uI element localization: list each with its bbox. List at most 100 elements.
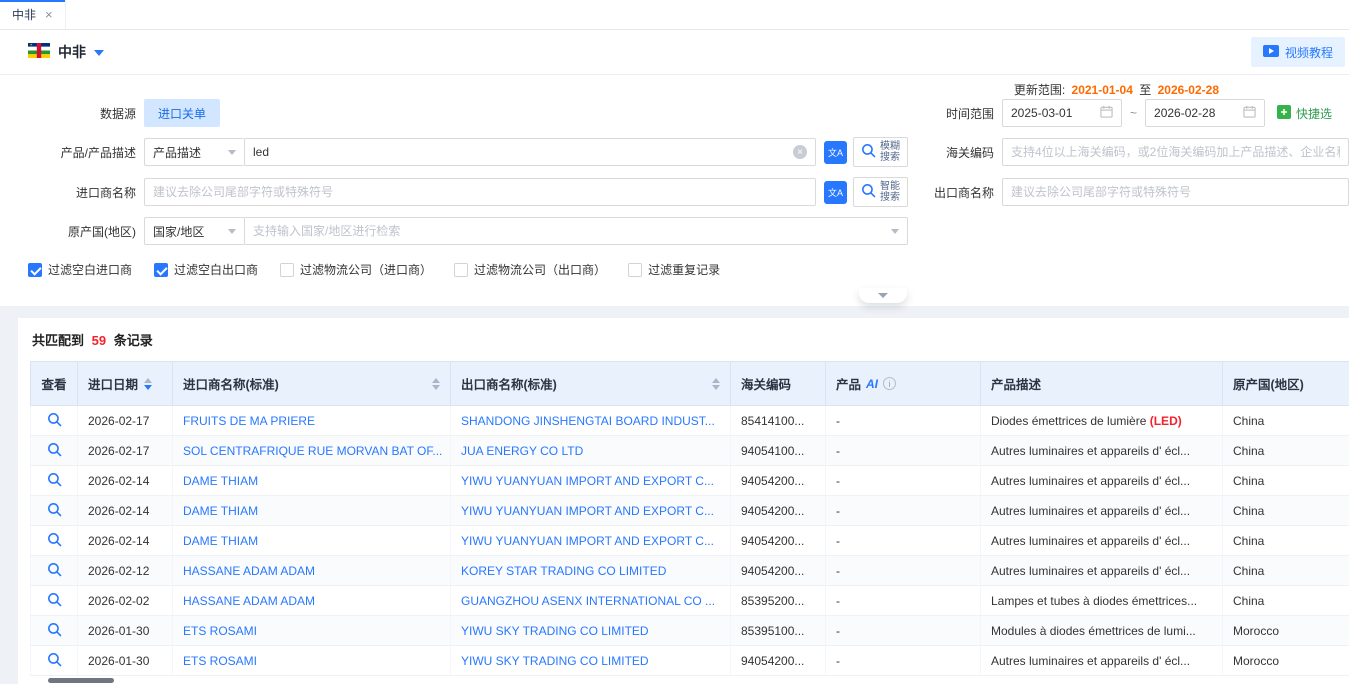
cell-exporter-link[interactable]: SHANDONG JINSHENGTAI BOARD INDUST... — [451, 406, 731, 436]
product-type-select[interactable]: 产品描述 — [144, 138, 244, 166]
app: 中非 × 中非 视频教程 — [0, 0, 1349, 684]
cell-origin: China — [1223, 406, 1349, 436]
date-from-value: 2025-03-01 — [1011, 106, 1072, 120]
checkbox-icon[interactable] — [628, 263, 642, 277]
collapse-panel-button[interactable] — [859, 288, 907, 303]
ai-badge: AI — [866, 377, 878, 391]
tab-zhongfei[interactable]: 中非 × — [0, 0, 66, 29]
hs-code-label: 海关编码 — [908, 144, 994, 161]
sort-icon[interactable] — [432, 378, 440, 390]
hs-code-input[interactable] — [1011, 145, 1340, 159]
checkbox-filter-blank-importer[interactable]: 过滤空白进口商 — [28, 261, 132, 278]
translate-icon[interactable]: 文A — [824, 181, 847, 204]
cell-exporter-link[interactable]: YIWU SKY TRADING CO LIMITED — [451, 616, 731, 646]
fuzzy-search-button[interactable]: 模糊 搜索 — [853, 137, 908, 167]
cell-importer-link[interactable]: DAME THIAM — [173, 466, 451, 496]
cell-hs-code: 94054200... — [731, 466, 826, 496]
table-row: 2026-02-14 DAME THIAM YIWU YUANYUAN IMPO… — [31, 466, 1349, 496]
cell-product-ai: - — [826, 526, 981, 556]
smart-search-button[interactable]: 智能 搜索 — [853, 177, 908, 207]
cell-exporter-link[interactable]: GUANGZHOU ASENX INTERNATIONAL CO ... — [451, 586, 731, 616]
cell-importer-link[interactable]: HASSANE ADAM ADAM — [173, 586, 451, 616]
col-exporter-label: 出口商名称(标准) — [461, 374, 557, 393]
view-record-button[interactable] — [31, 472, 77, 487]
view-record-button[interactable] — [31, 532, 77, 547]
exporter-input[interactable] — [1011, 185, 1340, 199]
clear-input-icon[interactable]: × — [793, 145, 807, 159]
cell-import-date: 2026-02-12 — [78, 556, 173, 586]
date-to-input[interactable]: 2026-02-28 — [1145, 99, 1265, 127]
country-selector[interactable]: 中非 — [28, 42, 104, 62]
view-record-button[interactable] — [31, 412, 77, 427]
cell-importer-link[interactable]: ETS ROSAMI — [173, 616, 451, 646]
quick-select-button[interactable]: 快捷选 — [1277, 105, 1332, 122]
datasource-chip-import-declarations[interactable]: 进口关单 — [144, 99, 220, 127]
sort-icon[interactable] — [144, 378, 152, 390]
results-panel: 共匹配到 59 条记录 查看 进口日期 — [18, 318, 1349, 684]
view-record-button[interactable] — [31, 592, 77, 607]
col-importer[interactable]: 进口商名称(标准) — [173, 362, 451, 406]
cell-origin: Morocco — [1223, 616, 1349, 646]
cell-hs-code: 85414100... — [731, 406, 826, 436]
importer-input[interactable] — [153, 185, 807, 199]
checkbox-icon[interactable] — [454, 263, 468, 277]
product-desc-input[interactable] — [253, 145, 787, 159]
checkbox-filter-blank-exporter[interactable]: 过滤空白出口商 — [154, 261, 258, 278]
cell-importer-link[interactable]: ETS ROSAMI — [173, 646, 451, 676]
video-tutorial-button[interactable]: 视频教程 — [1251, 37, 1345, 67]
search-icon — [861, 183, 876, 201]
cell-product-desc: Autres luminaires et appareils d' écl... — [981, 496, 1223, 526]
cell-exporter-link[interactable]: YIWU YUANYUAN IMPORT AND EXPORT C... — [451, 496, 731, 526]
table-row: 2026-02-12 HASSANE ADAM ADAM KOREY STAR … — [31, 556, 1349, 586]
smart-search-label-1: 智能 — [880, 181, 900, 192]
cell-importer-link[interactable]: SOL CENTRAFRIQUE RUE MORVAN BAT OF... — [173, 436, 451, 466]
view-record-button[interactable] — [31, 622, 77, 637]
cell-importer-link[interactable]: FRUITS DE MA PRIERE — [173, 406, 451, 436]
cell-exporter-link[interactable]: YIWU YUANYUAN IMPORT AND EXPORT C... — [451, 526, 731, 556]
cell-product-ai: - — [826, 436, 981, 466]
checkbox-filter-duplicates[interactable]: 过滤重复记录 — [628, 261, 720, 278]
col-exporter[interactable]: 出口商名称(标准) — [451, 362, 731, 406]
checkbox-icon[interactable] — [280, 263, 294, 277]
checkbox-filter-logistics-exporter[interactable]: 过滤物流公司（出口商） — [454, 261, 606, 278]
view-record-button[interactable] — [31, 652, 77, 667]
cell-origin: Morocco — [1223, 646, 1349, 676]
quick-select-icon — [1277, 105, 1291, 122]
cell-import-date: 2026-02-14 — [78, 526, 173, 556]
calendar-icon — [1243, 105, 1256, 121]
table-row: 2026-02-14 DAME THIAM YIWU YUANYUAN IMPO… — [31, 496, 1349, 526]
cell-product-desc: Autres luminaires et appareils d' écl... — [981, 436, 1223, 466]
translate-icon[interactable]: 文A — [824, 141, 847, 164]
cell-product-ai: - — [826, 646, 981, 676]
cell-exporter-link[interactable]: YIWU SKY TRADING CO LIMITED — [451, 646, 731, 676]
sort-icon[interactable] — [712, 378, 720, 390]
cell-exporter-link[interactable]: YIWU YUANYUAN IMPORT AND EXPORT C... — [451, 466, 731, 496]
tab-close-icon[interactable]: × — [45, 8, 53, 21]
checkbox-icon[interactable] — [28, 263, 42, 277]
cell-hs-code: 94054200... — [731, 556, 826, 586]
origin-input[interactable] — [253, 224, 885, 238]
date-from-input[interactable]: 2025-03-01 — [1002, 99, 1122, 127]
chevron-down-icon — [228, 150, 236, 155]
form-row-product: 产品/产品描述 产品描述 × 文A 模糊 搜索 — [0, 137, 1349, 167]
cell-importer-link[interactable]: HASSANE ADAM ADAM — [173, 556, 451, 586]
cell-hs-code: 85395100... — [731, 616, 826, 646]
results-summary: 共匹配到 59 条记录 — [32, 330, 1349, 349]
info-icon[interactable]: i — [883, 377, 896, 390]
cell-exporter-link[interactable]: KOREY STAR TRADING CO LIMITED — [451, 556, 731, 586]
origin-type-select[interactable]: 国家/地区 — [144, 217, 244, 245]
view-record-button[interactable] — [31, 442, 77, 457]
hs-code-input-wrap — [1002, 138, 1349, 166]
cell-importer-link[interactable]: DAME THIAM — [173, 496, 451, 526]
checkbox-icon[interactable] — [154, 263, 168, 277]
exporter-input-wrap — [1002, 178, 1349, 206]
page-title: 中非 — [58, 42, 86, 62]
cell-exporter-link[interactable]: JUA ENERGY CO LTD — [451, 436, 731, 466]
checkbox-filter-logistics-importer[interactable]: 过滤物流公司（进口商） — [280, 261, 432, 278]
view-record-button[interactable] — [31, 562, 77, 577]
cell-origin: China — [1223, 496, 1349, 526]
horizontal-scrollbar-thumb[interactable] — [48, 678, 114, 683]
cell-importer-link[interactable]: DAME THIAM — [173, 526, 451, 556]
view-record-button[interactable] — [31, 502, 77, 517]
col-import-date[interactable]: 进口日期 — [78, 362, 173, 406]
